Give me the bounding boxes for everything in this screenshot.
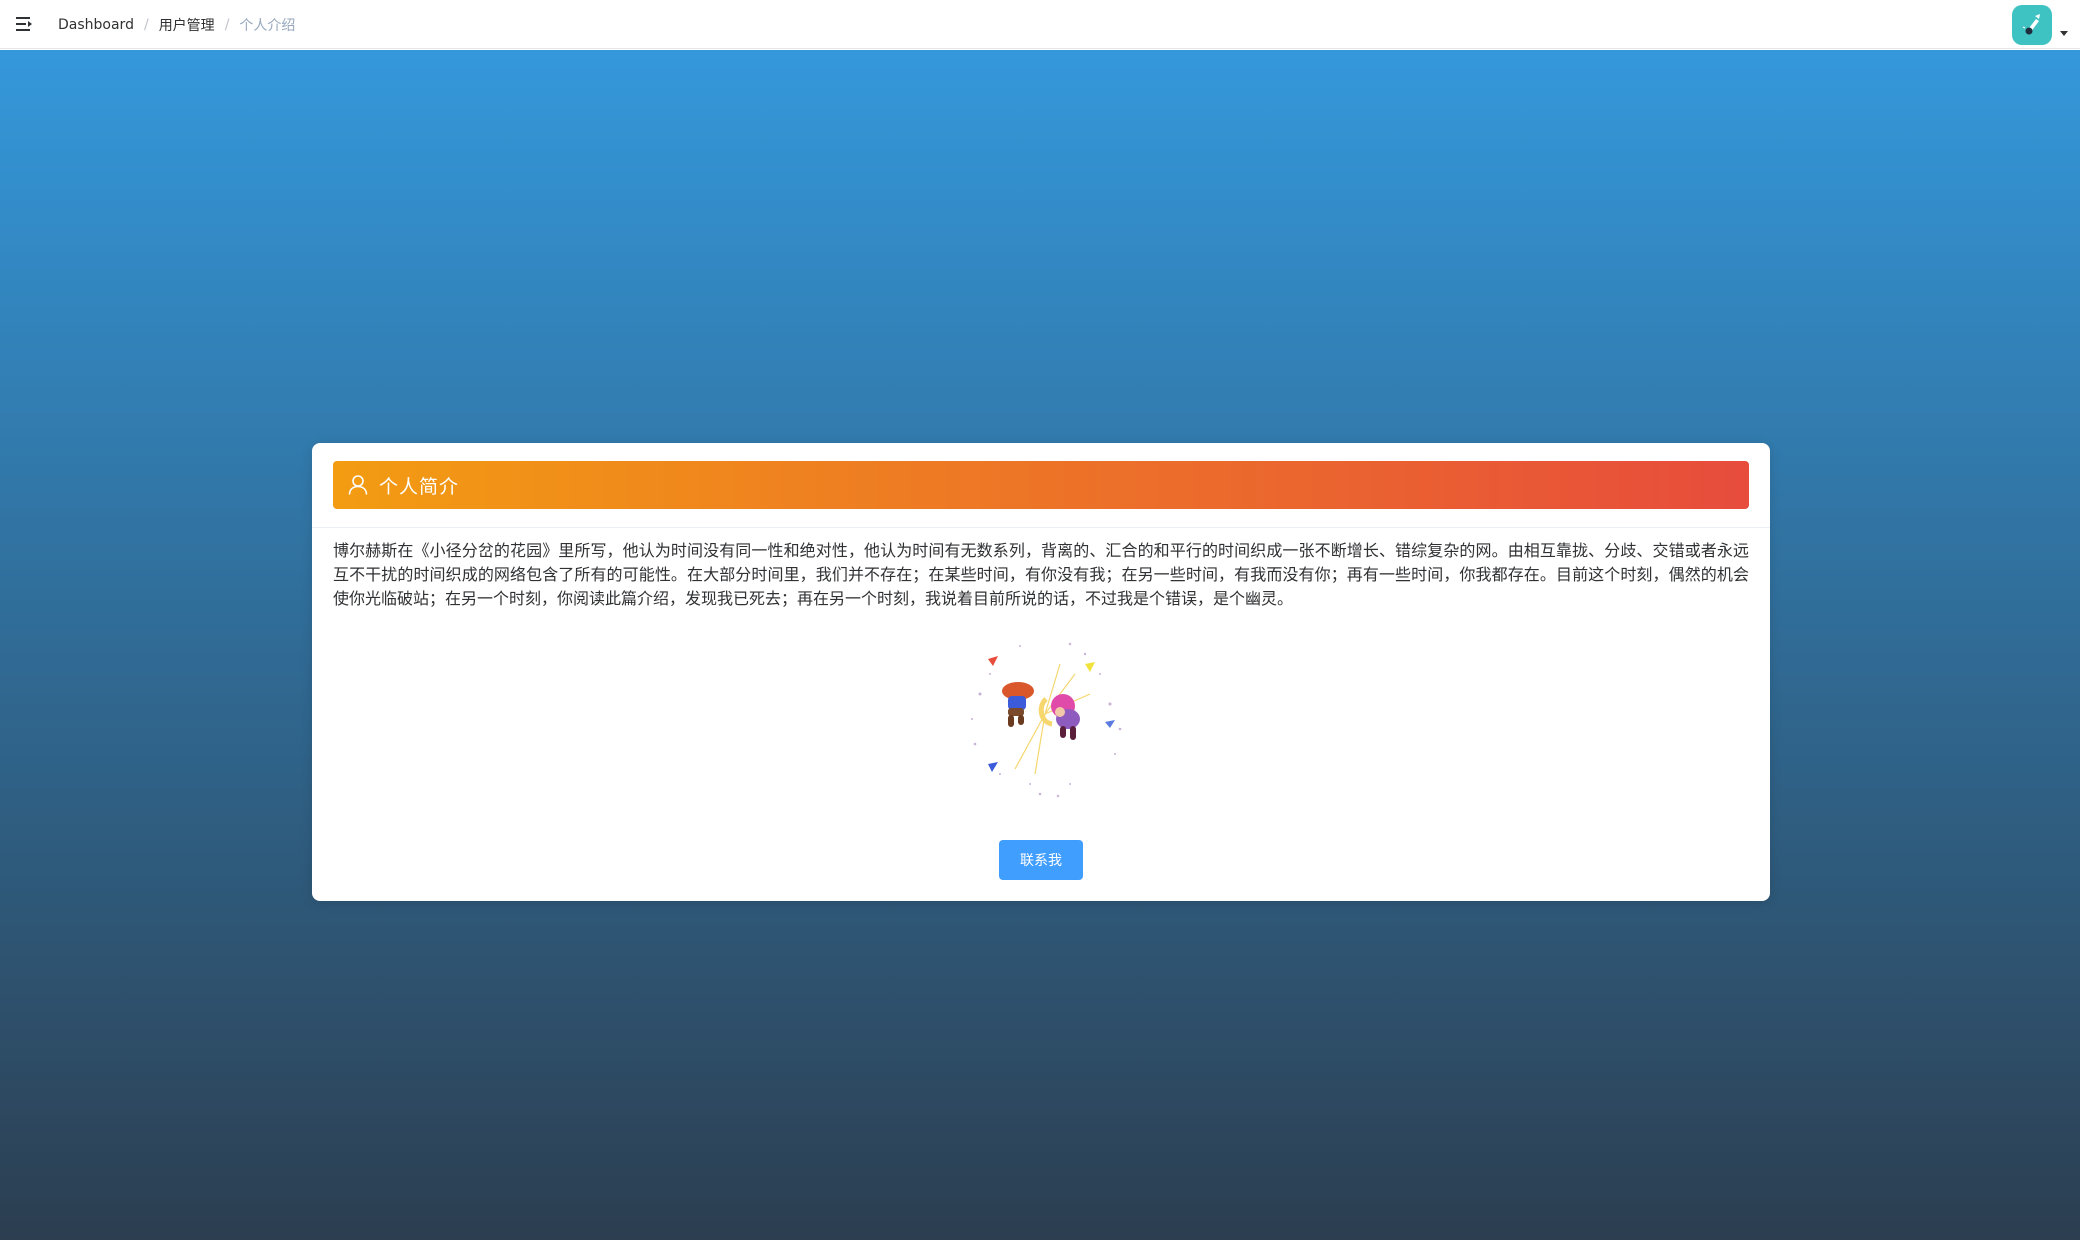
card-header-area: 个人简介 [312,443,1770,528]
avatar[interactable] [2012,5,2052,45]
navbar: Dashboard / 用户管理 / 个人介绍 [0,0,2080,49]
breadcrumb-dashboard[interactable]: Dashboard [58,17,134,33]
breadcrumb-current: 个人介绍 [239,17,296,34]
breadcrumb-separator: / [224,16,230,33]
card-title: 个人简介 [379,475,460,498]
hamburger-icon[interactable] [15,15,35,33]
caret-down-icon[interactable] [2060,31,2068,36]
breadcrumb: Dashboard / 用户管理 / 个人介绍 [58,0,295,49]
user-icon [348,475,368,495]
breadcrumb-user-management[interactable]: 用户管理 [159,15,215,35]
card-description: 博尔赫斯在《小径分岔的花园》里所写，他认为时间没有同一性和绝对性，他认为时间有无… [333,541,1749,608]
profile-card: 个人简介 博尔赫斯在《小径分岔的花园》里所写，他认为时间没有同一性和绝对性，他认… [312,443,1770,901]
illustration-image [960,634,1130,804]
breadcrumb-separator: / [143,16,149,33]
contact-button[interactable]: 联系我 [999,840,1083,880]
card-header: 个人简介 [333,461,1749,509]
